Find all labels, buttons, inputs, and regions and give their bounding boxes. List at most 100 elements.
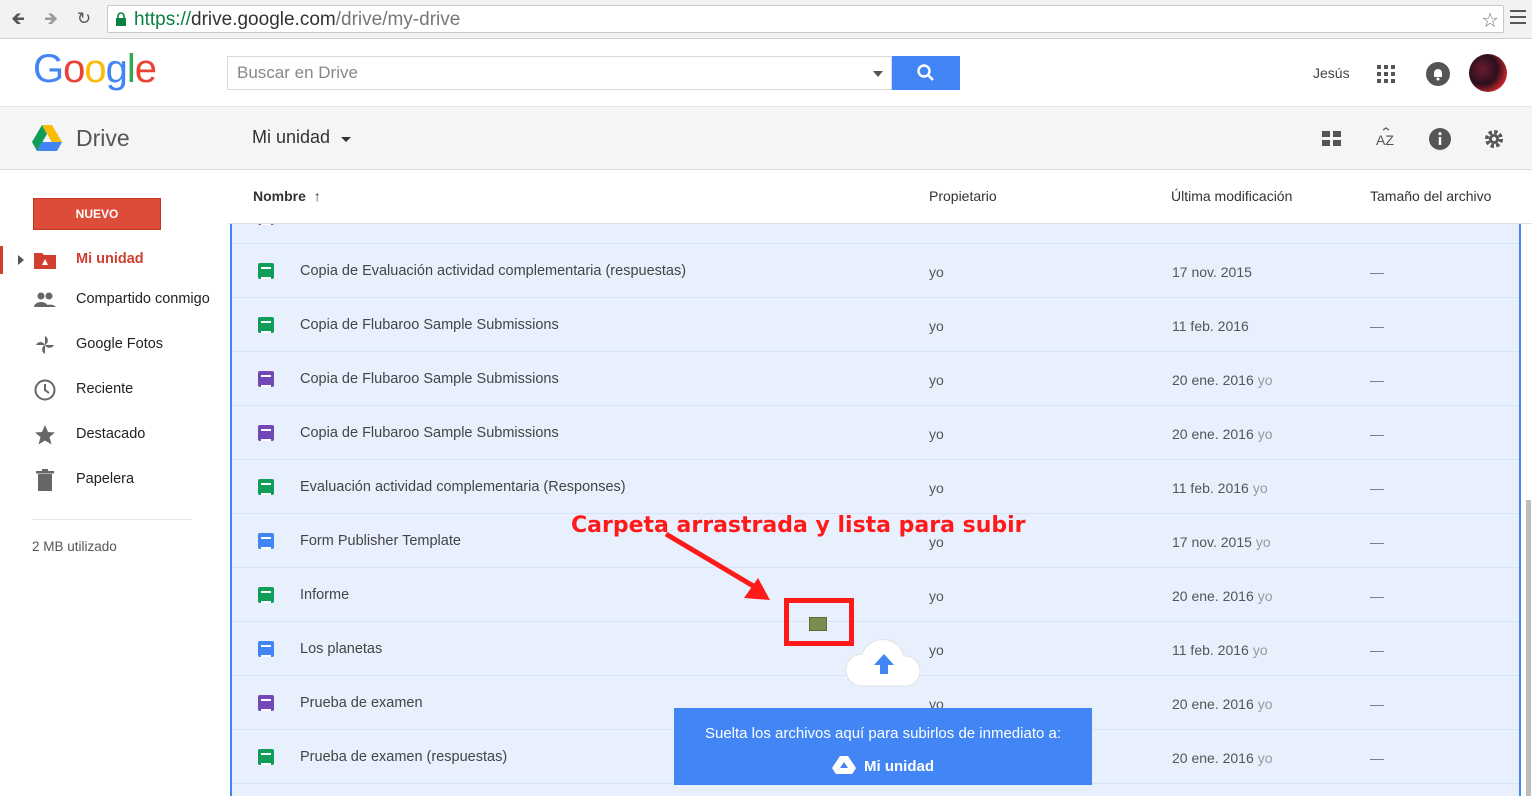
search-options-caret-icon[interactable]	[873, 71, 883, 77]
drop-destination: Mi unidad	[674, 756, 1092, 775]
search-button[interactable]	[892, 56, 960, 90]
sidebar-item-label: Destacado	[76, 426, 146, 442]
file-name: Copia de Flubaroo Sample Submissions	[300, 425, 559, 441]
column-header-size[interactable]: Tamaño del archivo	[1370, 188, 1491, 204]
form-file-icon	[258, 425, 274, 441]
file-size: —	[1370, 264, 1384, 280]
file-owner: yo	[929, 588, 944, 604]
file-name: Copia de Flubaroo Sample Submissions	[300, 371, 559, 387]
column-header-modified[interactable]: Última modificación	[1171, 188, 1292, 204]
url-text: https://drive.google.com/drive/my-drive	[134, 9, 461, 30]
drop-upload-toast: Suelta los archivos aquí para subirlos d…	[674, 708, 1092, 785]
sidebar-item-shared[interactable]: Compartido conmigo	[0, 280, 228, 320]
form-file-icon	[258, 371, 274, 387]
table-row[interactable]: Copia de Flubaroo Sample Submissions yo …	[232, 406, 1519, 460]
google-logo[interactable]: Google	[33, 47, 157, 92]
chevron-down-icon[interactable]	[341, 137, 351, 142]
sidebar-item-trash[interactable]: Papelera	[0, 460, 228, 500]
file-modified: 20 ene. 2016 yo	[1172, 426, 1273, 442]
forward-arrow-icon[interactable]: 🡺	[40, 8, 62, 30]
file-name: Copia de Evaluación actividad complement…	[300, 263, 687, 279]
folder-title-dropdown[interactable]: Mi unidad	[252, 127, 330, 148]
sidebar-item-label: Mi unidad	[76, 251, 144, 267]
new-button[interactable]: NUEVO	[33, 198, 161, 230]
file-modified: 20 ene. 2016 yo	[1172, 372, 1273, 388]
expand-triangle-icon[interactable]	[18, 255, 24, 265]
sort-up-arrow-icon: ↑	[313, 188, 321, 204]
back-arrow-icon[interactable]: 🡸	[7, 8, 29, 30]
bookmark-star-icon[interactable]: ☆	[1481, 8, 1499, 33]
google-header: Google Jesús	[0, 39, 1532, 107]
search-box[interactable]	[227, 56, 892, 90]
my-drive-icon	[34, 253, 56, 269]
file-size: —	[1370, 750, 1384, 766]
search-icon	[917, 64, 934, 81]
file-name: Los planetas	[300, 641, 383, 657]
shared-people-icon	[34, 292, 56, 307]
table-row[interactable]: Copia de Flubaroo Sample Submissions yo …	[232, 352, 1519, 406]
file-name: Copia de Flubaroo Sample Submissions	[300, 317, 559, 333]
drive-app-label[interactable]: Drive	[76, 125, 130, 152]
file-owner: yo	[929, 372, 944, 388]
sort-az-icon[interactable]: AZ	[1374, 127, 1398, 151]
browser-toolbar: 🡸 🡺 ↻ https://drive.google.com/drive/my-…	[0, 0, 1532, 39]
spreadsheet-file-icon	[258, 587, 274, 603]
address-bar[interactable]: https://drive.google.com/drive/my-drive …	[107, 5, 1504, 33]
divider	[32, 519, 192, 520]
sidebar-item-recent[interactable]: Reciente	[0, 370, 228, 410]
lock-icon	[116, 12, 126, 26]
column-header-owner[interactable]: Propietario	[929, 188, 997, 204]
info-icon[interactable]	[1428, 127, 1452, 151]
form-file-icon	[258, 224, 274, 225]
file-modified: 17 nov. 2015 yo	[1172, 534, 1271, 550]
file-size: —	[1370, 534, 1384, 550]
spreadsheet-file-icon	[258, 317, 274, 333]
notifications-bell-icon[interactable]	[1426, 62, 1450, 86]
column-header-name[interactable]: Nombre ↑	[253, 188, 321, 204]
file-name: Prueba de examen (respuestas)	[300, 749, 508, 765]
file-size: —	[1370, 426, 1384, 442]
drive-logo-icon[interactable]	[32, 125, 62, 151]
sidebar-item-label: Papelera	[76, 471, 135, 487]
sidebar-item-photos[interactable]: Google Fotos	[0, 325, 228, 365]
avatar[interactable]	[1469, 54, 1507, 92]
sidebar-item-my-drive[interactable]: Mi unidad	[0, 240, 228, 280]
file-owner: yo	[929, 480, 944, 496]
reload-icon[interactable]: ↻	[73, 8, 95, 30]
file-owner: yo	[929, 426, 944, 442]
photos-pinwheel-icon	[36, 336, 54, 354]
annotation-label: Carpeta arrastrada y lista para subir	[571, 513, 1026, 538]
user-name[interactable]: Jesús	[1313, 65, 1350, 81]
file-name: Form Publisher Template	[300, 533, 461, 549]
file-modified: 11 feb. 2016	[1172, 318, 1249, 334]
table-row[interactable]: Copia de Flubaroo Sample Submissions yo …	[232, 298, 1519, 352]
table-row[interactable]: Copia de Evaluación actividad complement…	[232, 244, 1519, 298]
apps-grid-icon[interactable]	[1377, 65, 1395, 83]
grid-view-icon[interactable]	[1320, 127, 1344, 151]
drive-logo-icon	[832, 756, 856, 774]
search-input[interactable]	[237, 63, 857, 83]
settings-gear-icon[interactable]	[1482, 127, 1506, 151]
table-row[interactable]	[232, 224, 1519, 244]
sidebar: NUEVO Mi unidad Compartido conmigo Googl…	[0, 170, 228, 796]
document-file-icon	[258, 641, 274, 657]
file-size: —	[1370, 696, 1384, 712]
sidebar-item-label: Compartido conmigo	[76, 291, 210, 307]
file-modified: 20 ene. 2016 yo	[1172, 588, 1273, 604]
file-list: Nombre ↑ Propietario Última modificación…	[228, 170, 1532, 796]
svg-text:AZ: AZ	[1376, 132, 1394, 148]
file-modified: 20 ene. 2016 yo	[1172, 750, 1273, 766]
sidebar-item-starred[interactable]: Destacado	[0, 415, 228, 455]
file-size: —	[1370, 588, 1384, 604]
active-indicator	[0, 246, 3, 274]
browser-menu-icon[interactable]	[1510, 10, 1526, 28]
drive-toolbar: Drive Mi unidad AZ	[0, 107, 1532, 170]
storage-usage[interactable]: 2 MB utilizado	[32, 539, 117, 554]
star-icon	[35, 425, 55, 445]
table-row[interactable]: Informe yo 20 ene. 2016 yo —	[232, 568, 1519, 622]
spreadsheet-file-icon	[258, 263, 274, 279]
file-size: —	[1370, 372, 1384, 388]
file-size: —	[1370, 318, 1384, 334]
scrollbar[interactable]	[1526, 500, 1531, 796]
table-row[interactable]: Evaluación actividad complementaria (Res…	[232, 460, 1519, 514]
